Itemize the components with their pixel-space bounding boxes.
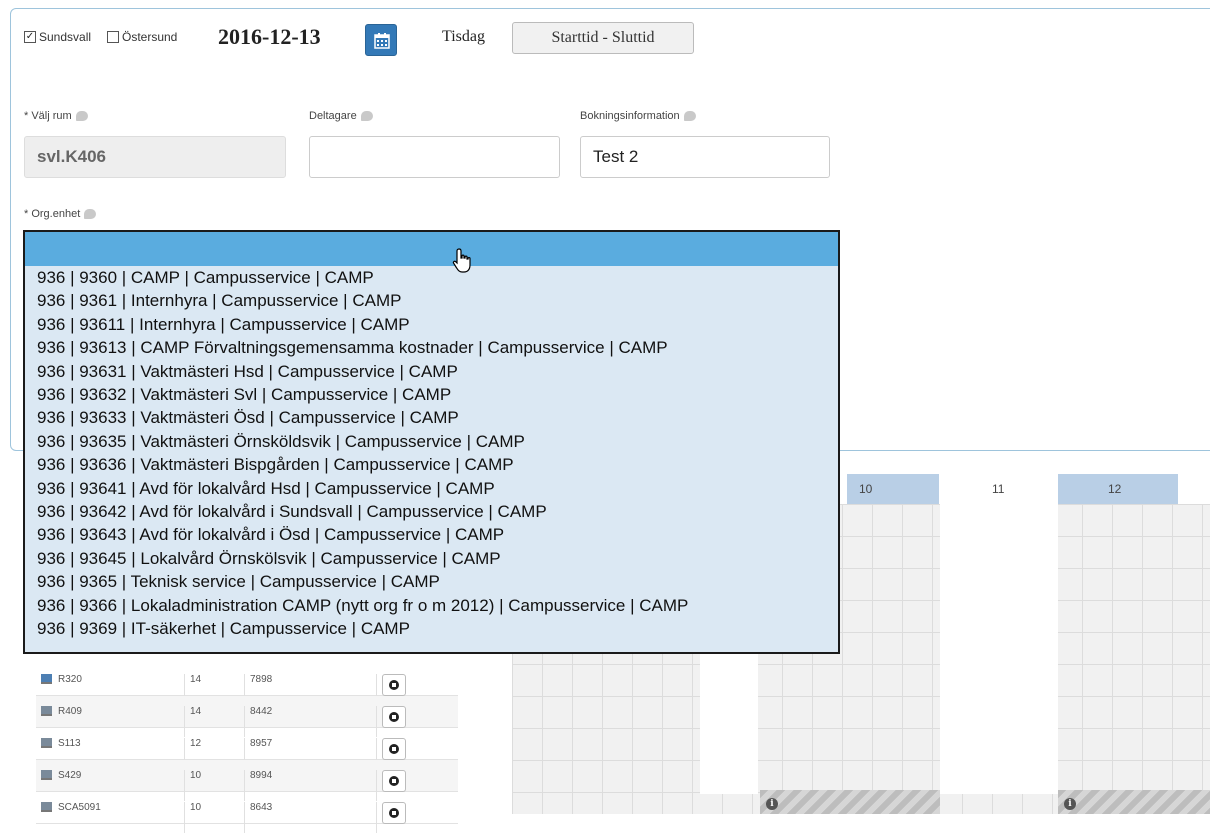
room-row: R409 14 8442 (36, 696, 458, 737)
participants-label: Deltagare (309, 110, 373, 122)
booking-info-input[interactable]: Test 2 (580, 136, 830, 178)
location-ostersund-label: Östersund (122, 30, 178, 44)
room-code: 8994 (250, 770, 273, 781)
dropdown-option[interactable]: 936 | 93631 | Vaktmästeri Hsd | Campusse… (37, 360, 838, 383)
room-field[interactable]: svl.K406 (24, 136, 286, 178)
checkbox-checked-icon: ✓ (24, 31, 36, 43)
booked-slot[interactable] (1058, 790, 1210, 814)
info-icon[interactable]: i (766, 798, 778, 810)
checkbox-empty-icon (107, 31, 119, 43)
room-name: S429 (58, 770, 82, 781)
projector-icon (41, 738, 52, 748)
location-sundsvall-label: Sundsvall (39, 30, 92, 44)
room-name: S113 (58, 738, 81, 749)
comment-icon[interactable] (360, 111, 373, 121)
dropdown-option[interactable]: 936 | 93611 | Internhyra | Campusservice… (37, 313, 838, 336)
comment-icon[interactable] (683, 111, 696, 121)
room-row: SCA5091 10 8643 (36, 792, 458, 833)
dropdown-selected-option[interactable] (25, 232, 838, 266)
start-end-time-button[interactable]: Starttid - Sluttid (512, 22, 694, 54)
projector-icon (41, 674, 52, 684)
dropdown-option[interactable]: 936 | 93613 | CAMP Förvaltningsgemensamm… (37, 336, 838, 359)
dropdown-option[interactable]: 936 | 93641 | Avd för lokalvård Hsd | Ca… (37, 477, 838, 500)
dropdown-option[interactable]: 936 | 93643 | Avd för lokalvård i Ösd | … (37, 523, 838, 546)
booked-slot[interactable] (760, 790, 940, 814)
projector-icon (41, 770, 52, 780)
dropdown-option[interactable]: 936 | 93635 | Vaktmästeri Örnsköldsvik |… (37, 430, 838, 453)
room-name: R409 (58, 706, 82, 717)
dropdown-option[interactable]: 936 | 9369 | IT-säkerhet | Campusservice… (37, 617, 838, 640)
dropdown-option[interactable]: 936 | 9365 | Teknisk service | Campusser… (37, 570, 838, 593)
free-slot-column[interactable] (940, 504, 1058, 794)
room-name: R320 (58, 674, 82, 685)
booking-info-label-text: Bokningsinformation (580, 110, 680, 122)
room-row: S113 12 8957 (36, 728, 458, 769)
room-code: 8643 (250, 802, 273, 813)
participants-input[interactable] (309, 136, 560, 178)
room-seats: 10 (190, 802, 202, 813)
room-name: SCA5091 (58, 802, 101, 813)
toolbar: ✓ Sundsvall Östersund 2016-12-13 Tisdag … (24, 22, 724, 62)
room-seats: 12 (190, 738, 202, 749)
room-code: 8442 (250, 706, 273, 717)
booking-info-label: Bokningsinformation (580, 110, 696, 122)
selected-date: 2016-12-13 (218, 24, 321, 49)
org-unit-dropdown[interactable]: 936 | 9360 | CAMP | Campusservice | CAMP… (23, 230, 840, 654)
org-unit-label-text: * Org.enhet (24, 208, 81, 220)
location-sundsvall-checkbox[interactable]: ✓ Sundsvall (24, 30, 91, 44)
org-unit-label: * Org.enhet (24, 208, 97, 220)
hour-header-12: 12 (1058, 474, 1178, 504)
add-booking-button[interactable] (382, 674, 406, 696)
room-row: S429 10 8994 (36, 760, 458, 801)
room-seats: 10 (190, 770, 202, 781)
projector-icon (41, 706, 52, 716)
dropdown-option[interactable]: 936 | 93636 | Vaktmästeri Bispgården | C… (37, 453, 838, 476)
dropdown-option[interactable]: 936 | 9361 | Internhyra | Campusservice … (37, 289, 838, 312)
calendar-icon (374, 33, 390, 49)
hour-header-11: 11 (992, 482, 1005, 496)
dropdown-option[interactable]: 936 | 93633 | Vaktmästeri Ösd | Campusse… (37, 406, 838, 429)
room-row: R320 14 7898 (36, 664, 458, 705)
dropdown-option[interactable]: 936 | 9366 | Lokaladministration CAMP (n… (37, 594, 838, 617)
room-label: * Välj rum (24, 110, 88, 122)
projector-icon (41, 802, 52, 812)
room-seats: 14 (190, 674, 202, 685)
location-ostersund-checkbox[interactable]: Östersund (107, 30, 177, 44)
weekday-label: Tisdag (442, 28, 485, 45)
dropdown-option[interactable]: 936 | 9360 | CAMP | Campusservice | CAMP (37, 266, 838, 289)
add-booking-button[interactable] (382, 706, 406, 728)
dropdown-option[interactable]: 936 | 93632 | Vaktmästeri Svl | Campusse… (37, 383, 838, 406)
add-booking-button[interactable] (382, 802, 406, 824)
info-icon[interactable]: i (1064, 798, 1076, 810)
dropdown-option[interactable]: 936 | 93645 | Lokalvård Örnskölsvik | Ca… (37, 547, 838, 570)
participants-label-text: Deltagare (309, 110, 357, 122)
add-booking-button[interactable] (382, 770, 406, 792)
add-booking-button[interactable] (382, 738, 406, 760)
hand-pointer-icon (452, 248, 471, 273)
room-seats: 14 (190, 706, 202, 717)
calendar-button[interactable] (365, 24, 397, 56)
room-code: 7898 (250, 674, 273, 685)
dropdown-options-list: 936 | 9360 | CAMP | Campusservice | CAMP… (25, 266, 838, 641)
room-code: 8957 (250, 738, 273, 749)
comment-icon[interactable] (75, 111, 88, 121)
dropdown-option[interactable]: 936 | 93642 | Avd för lokalvård i Sundsv… (37, 500, 838, 523)
comment-icon[interactable] (84, 209, 97, 219)
hour-header-10: 10 (847, 474, 939, 504)
room-label-text: * Välj rum (24, 110, 72, 122)
